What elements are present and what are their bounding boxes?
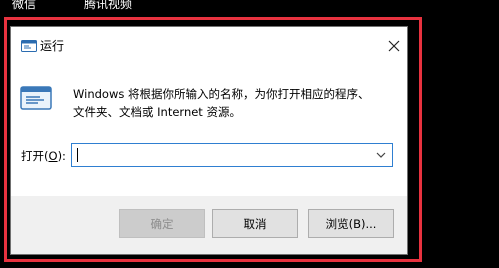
open-label: 打开(O): bbox=[21, 148, 66, 164]
close-button[interactable] bbox=[385, 37, 403, 55]
browse-button[interactable]: 浏览(B)... bbox=[308, 209, 394, 238]
close-icon bbox=[388, 40, 400, 52]
open-combobox[interactable] bbox=[71, 143, 393, 167]
open-label-prefix: 打开( bbox=[21, 149, 49, 163]
dropdown-chevron-icon[interactable] bbox=[374, 148, 388, 162]
ok-button[interactable]: 确定 bbox=[119, 209, 205, 238]
open-label-accesskey: O bbox=[48, 149, 58, 163]
cancel-button[interactable]: 取消 bbox=[212, 209, 298, 238]
message-line-2: 文件夹、文档或 Internet 资源。 bbox=[73, 105, 241, 119]
dialog-message: Windows 将根据你所输入的名称，为你打开相应的程序、 文件夹、文档或 In… bbox=[73, 85, 393, 121]
text-caret bbox=[77, 148, 78, 162]
taskbar-item-tencent-video[interactable]: 腾讯视频 bbox=[84, 0, 132, 12]
dialog-titlebar: 运行 bbox=[11, 27, 407, 59]
open-input[interactable] bbox=[74, 146, 368, 164]
run-dialog: 运行 Windows 将根据你所输入的名称，为你打开相应的程序、 文件夹、文档或… bbox=[10, 26, 408, 255]
dialog-title: 运行 bbox=[40, 39, 65, 53]
button-bar: 确定 取消 浏览(B)... bbox=[11, 196, 407, 254]
taskbar-item-wechat[interactable]: 微信 bbox=[12, 0, 36, 12]
open-label-suffix: ): bbox=[57, 149, 66, 163]
run-app-icon bbox=[20, 86, 52, 110]
run-app-icon bbox=[21, 40, 37, 52]
message-line-1: Windows 将根据你所输入的名称，为你打开相应的程序、 bbox=[73, 87, 370, 101]
